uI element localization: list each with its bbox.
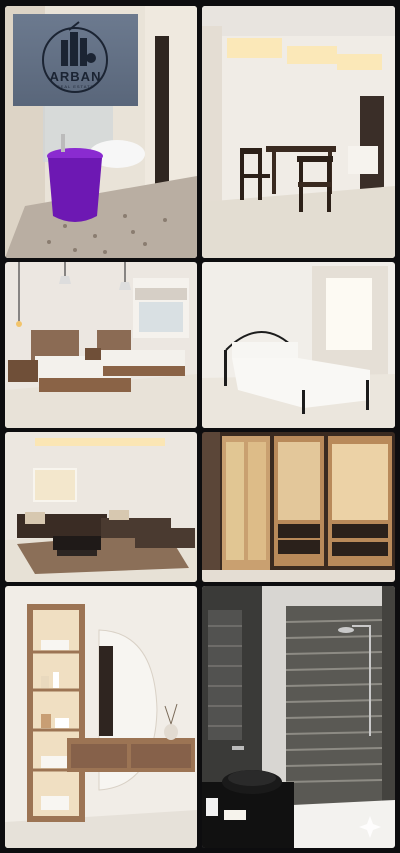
photo-collage: ARBAN REAL ESTATE (0, 0, 400, 853)
photo-shower-room (202, 586, 395, 848)
photo-dining-room (202, 6, 395, 258)
building-logo-icon (42, 21, 108, 93)
photo-twin-bedroom (5, 262, 197, 428)
photo-master-bedroom (202, 262, 395, 428)
logo-subtitle-text: REAL ESTATE (56, 84, 95, 89)
photo-living-room (5, 432, 197, 582)
brand-logo: ARBAN REAL ESTATE (13, 14, 138, 106)
photo-wardrobe (202, 432, 395, 582)
photo-vanity-shelf (5, 586, 197, 848)
logo-brand-text: ARBAN (49, 69, 102, 84)
